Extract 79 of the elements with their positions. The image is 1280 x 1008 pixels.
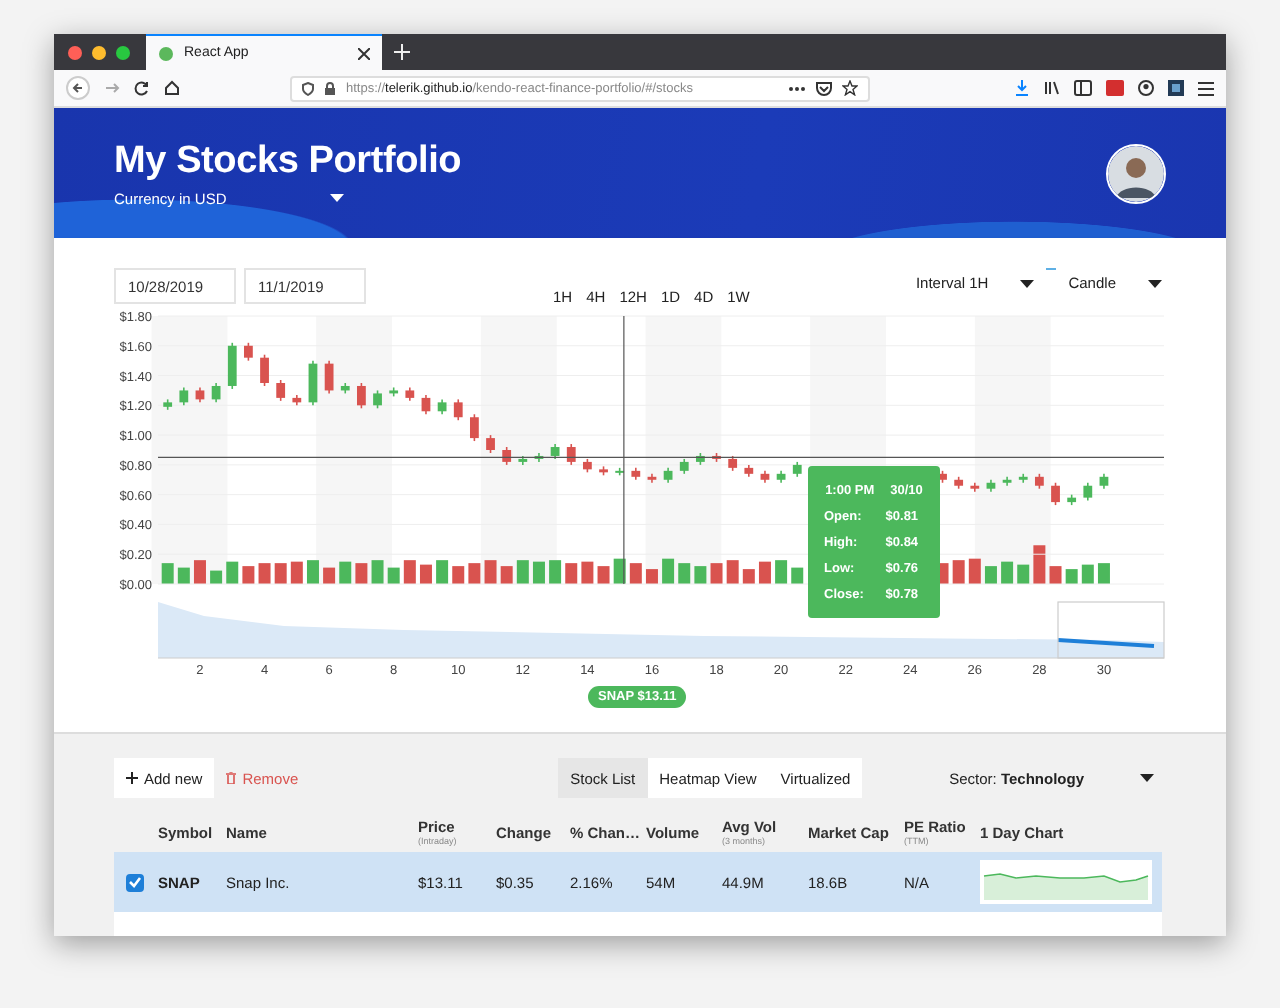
candlestick xyxy=(340,382,350,395)
reload-icon[interactable] xyxy=(134,80,150,96)
candlestick xyxy=(792,461,802,478)
candlestick xyxy=(1099,473,1109,490)
minimize-window-button[interactable] xyxy=(92,45,106,59)
avatar[interactable] xyxy=(1106,143,1166,203)
candlestick xyxy=(744,464,754,478)
plus-icon xyxy=(126,772,138,784)
candlestick xyxy=(437,398,447,416)
candlestick xyxy=(986,478,996,493)
candlestick xyxy=(357,382,366,410)
pocket-icon[interactable] xyxy=(816,81,832,95)
row-checkbox[interactable] xyxy=(126,873,144,891)
candlestick xyxy=(1035,473,1044,490)
candlestick xyxy=(470,413,479,442)
candlestick xyxy=(211,382,221,404)
candlestick xyxy=(728,455,738,472)
candlestick xyxy=(276,379,286,402)
candlestick xyxy=(244,342,253,362)
candlestick xyxy=(389,386,399,398)
candlestick xyxy=(615,467,625,477)
candlestick xyxy=(583,458,592,474)
caret-icon xyxy=(1020,279,1035,287)
caret-icon xyxy=(330,194,345,202)
page-title: My Stocks Portfolio xyxy=(114,139,464,183)
lock-icon xyxy=(324,81,336,95)
row-select-cell[interactable] xyxy=(114,852,154,912)
candlestick xyxy=(324,359,334,395)
candlestick xyxy=(502,446,512,466)
download-icon[interactable] xyxy=(1014,80,1030,96)
close-icon[interactable] xyxy=(358,47,370,59)
sidebar-icon[interactable] xyxy=(1074,80,1092,96)
candlestick xyxy=(195,386,205,404)
candlestick xyxy=(647,473,657,484)
candlestick xyxy=(405,386,415,402)
candlestick xyxy=(631,467,641,481)
candlestick xyxy=(954,476,964,490)
candlestick xyxy=(179,386,189,407)
caret-icon xyxy=(1140,774,1154,782)
menu-icon[interactable] xyxy=(1198,81,1214,95)
candlestick xyxy=(292,394,302,407)
new-tab-icon[interactable] xyxy=(394,44,410,60)
trash-icon xyxy=(226,772,237,784)
candlestick xyxy=(534,452,544,463)
candlestick xyxy=(679,458,689,475)
candlestick xyxy=(227,342,237,390)
candlestick xyxy=(1018,473,1028,484)
library-icon[interactable] xyxy=(1044,80,1060,96)
candlestick xyxy=(696,452,705,466)
home-icon[interactable] xyxy=(164,80,180,96)
back-icon[interactable] xyxy=(66,76,90,100)
caret-icon xyxy=(1148,279,1162,287)
candlestick xyxy=(1067,493,1077,506)
candlestick xyxy=(712,452,721,463)
candlestick xyxy=(421,394,431,416)
more-icon[interactable] xyxy=(788,85,806,91)
extension-icon[interactable] xyxy=(1168,80,1184,96)
candlestick xyxy=(308,359,318,407)
candlestick xyxy=(566,443,576,466)
close-window-button[interactable] xyxy=(68,45,82,59)
candlestick xyxy=(1083,481,1093,502)
candlestick xyxy=(663,467,673,484)
candlestick xyxy=(776,470,786,484)
candlestick xyxy=(599,465,608,477)
candlestick xyxy=(260,353,269,387)
candlestick xyxy=(1002,476,1012,487)
star-icon[interactable] xyxy=(842,80,858,96)
candlestick xyxy=(163,398,173,411)
shield-icon xyxy=(302,81,314,95)
candlestick xyxy=(760,470,770,484)
account-icon[interactable] xyxy=(1138,80,1154,96)
zoom-window-button[interactable] xyxy=(116,45,130,59)
candlestick xyxy=(373,389,382,410)
candlestick xyxy=(518,455,528,466)
candlestick xyxy=(1051,481,1060,506)
candlestick xyxy=(550,443,560,460)
candlestick xyxy=(453,398,463,422)
candlestick xyxy=(970,481,980,493)
candlestick xyxy=(486,434,495,454)
